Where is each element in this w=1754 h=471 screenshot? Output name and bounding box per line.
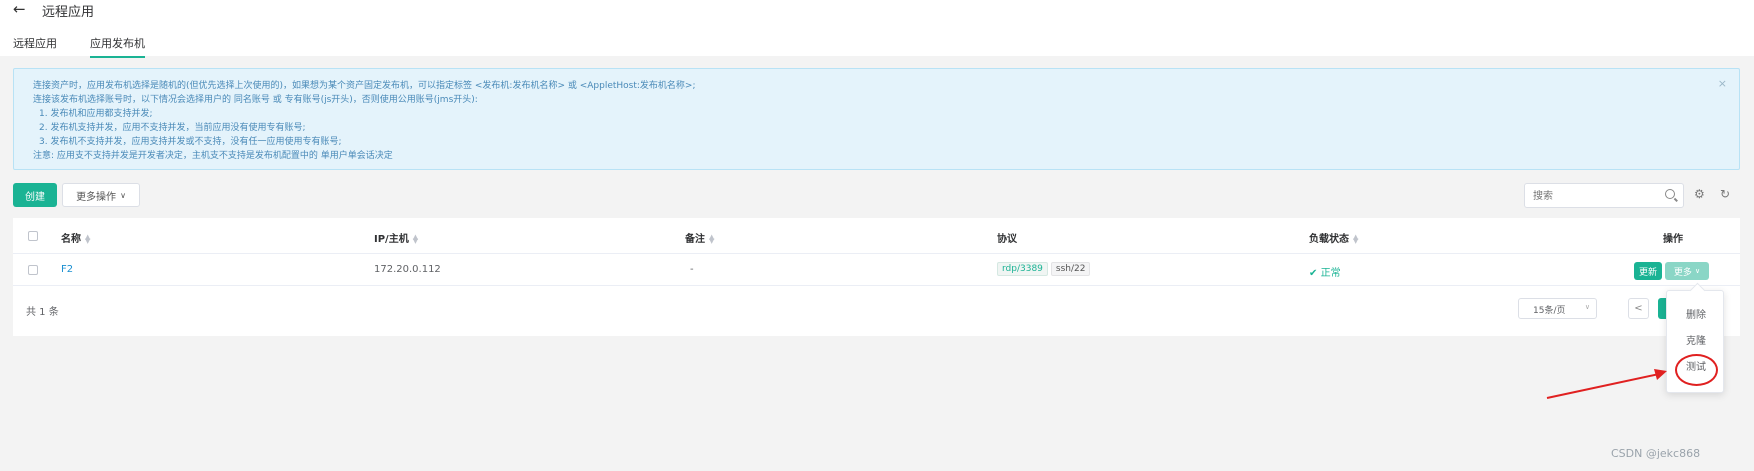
total-count: 共 1 条 [26, 307, 59, 318]
sort-icon[interactable]: ▲ ▼ [1353, 234, 1358, 245]
status-label: 正常 [1320, 268, 1341, 279]
gear-icon[interactable]: ⚙ [1694, 187, 1705, 201]
more-actions-label: 更多操作 [76, 191, 117, 203]
header-protocols: 协议 [997, 234, 1017, 245]
more-actions-button[interactable]: 更多操作 ∨ [62, 183, 140, 207]
alert-line: 注意: 应用支不支持并发是开发者决定，主机支不支持是发布机配置中的 单用户单会话… [33, 151, 393, 161]
header-comment[interactable]: 备注 ▲ ▼ [685, 230, 714, 246]
tab-remote-apps[interactable]: 远程应用 [13, 35, 57, 51]
page-size-value: 15条/页 [1533, 306, 1566, 316]
row-checkbox[interactable] [28, 265, 38, 275]
header-actions: 操作 [1663, 234, 1683, 245]
annotation-arrow-icon [1546, 369, 1667, 399]
header-name[interactable]: 名称 ▲ ▼ [61, 230, 90, 246]
alert-line: 连接资产时，应用发布机选择是随机的(但优先选择上次使用的)，如果想为某个资产固定… [33, 81, 696, 91]
page-title: 远程应用 [42, 5, 95, 20]
sort-icon[interactable]: ▲ ▼ [85, 234, 90, 245]
alert-line: 1. 发布机和应用都支持并发; [39, 109, 153, 119]
header-load[interactable]: 负载状态 ▲ ▼ [1309, 230, 1358, 246]
check-icon: ✔ [1309, 268, 1318, 279]
alert-line: 连接该发布机选择账号时，以下情况会选择用户的 同名账号 或 专有账号(js开头)… [33, 95, 478, 105]
page-header: ← 远程应用 远程应用 应用发布机 [0, 0, 1754, 58]
search-box[interactable] [1524, 183, 1684, 208]
row-ip: 172.20.0.112 [374, 264, 441, 275]
info-alert: 连接资产时，应用发布机选择是随机的(但优先选择上次使用的)，如果想为某个资产固定… [13, 68, 1740, 170]
sort-icon[interactable]: ▲ ▼ [413, 234, 418, 245]
page-size-select[interactable]: 15条/页 ∨ [1518, 298, 1597, 319]
create-button[interactable]: 创建 [13, 183, 57, 207]
header-ip[interactable]: IP/主机 ▲ ▼ [374, 230, 418, 246]
dropdown-item-clone[interactable]: 克隆 [1667, 332, 1725, 347]
protocol-tag: rdp/3389 [997, 262, 1048, 276]
chevron-down-icon: ∨ [120, 190, 126, 200]
table-card: 名称 ▲ ▼ IP/主机 ▲ ▼ 备注 ▲ ▼ 协议 负载状态 ▲ ▼ 操作 F2 172.20… [13, 218, 1740, 336]
search-icon[interactable] [1665, 189, 1675, 199]
tab-applet-hosts[interactable]: 应用发布机 [90, 35, 145, 58]
sort-icon[interactable]: ▲ ▼ [709, 234, 714, 245]
watermark: CSDN @jekc868 [1611, 447, 1701, 460]
row-name-link[interactable]: F2 [61, 264, 73, 275]
alert-line: 2. 发布机支持并发，应用不支持并发，当前应用没有使用专有账号; [39, 123, 306, 133]
more-button[interactable]: 更多 ∨ [1665, 262, 1709, 280]
annotation-circle [1675, 354, 1718, 386]
table-row: F2 172.20.0.112 - rdp/3389 ssh/22 ✔ 正常 更新… [13, 255, 1740, 286]
dropdown-item-delete[interactable]: 删除 [1667, 306, 1725, 321]
row-comment: - [690, 264, 694, 275]
row-status: ✔ 正常 [1309, 264, 1341, 279]
prev-page-button[interactable]: < [1628, 298, 1649, 319]
update-button[interactable]: 更新 [1634, 262, 1662, 280]
search-input[interactable] [1533, 188, 1653, 204]
alert-line: 3. 发布机不支持并发，应用支持并发或不支持，没有任一应用使用专有账号; [39, 137, 342, 147]
select-all-checkbox[interactable] [28, 231, 38, 241]
chevron-down-icon: ∨ [1584, 303, 1590, 311]
more-label: 更多 [1673, 267, 1692, 278]
protocol-tag: ssh/22 [1050, 262, 1091, 276]
refresh-icon[interactable]: ↻ [1720, 187, 1730, 201]
table-header: 名称 ▲ ▼ IP/主机 ▲ ▼ 备注 ▲ ▼ 协议 负载状态 ▲ ▼ 操作 [13, 218, 1740, 254]
row-protocols: rdp/3389 ssh/22 [997, 262, 1093, 276]
back-arrow-icon[interactable]: ← [13, 0, 26, 18]
chevron-down-icon: ∨ [1694, 267, 1701, 275]
close-icon[interactable]: × [1718, 77, 1727, 90]
